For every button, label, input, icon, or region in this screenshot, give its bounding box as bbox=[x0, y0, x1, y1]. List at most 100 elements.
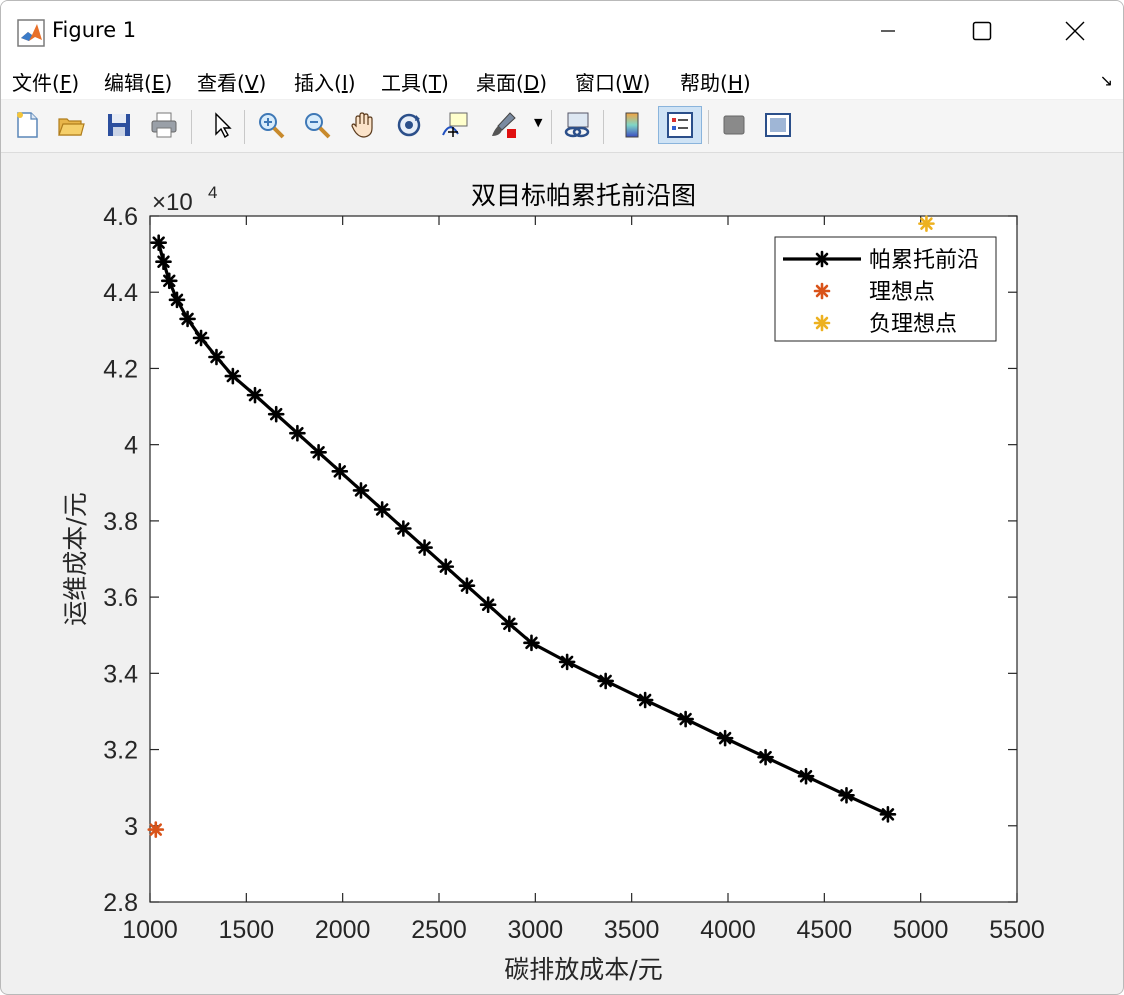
x-tick-label: 5000 bbox=[893, 916, 949, 944]
menu-tools[interactable]: 工具(T) bbox=[381, 67, 449, 96]
rotate-3d-button[interactable] bbox=[391, 107, 427, 143]
minimize-icon bbox=[881, 30, 895, 32]
pareto-point[interactable] bbox=[208, 348, 225, 366]
legend-marker-front[interactable] bbox=[813, 250, 831, 268]
open-file-button[interactable] bbox=[53, 107, 89, 143]
save-button[interactable] bbox=[101, 107, 137, 143]
pareto-point[interactable] bbox=[716, 729, 734, 747]
menu-view[interactable]: 查看(V) bbox=[197, 67, 266, 96]
y-tick-label: 3 bbox=[124, 813, 138, 841]
figure-canvas: 1000 1500 2000 2500 3000 3500 4000 4500 5000 5500… bbox=[2, 153, 1122, 993]
brush-button[interactable] bbox=[485, 107, 521, 143]
pareto-point[interactable] bbox=[757, 748, 774, 766]
pareto-point[interactable] bbox=[160, 272, 178, 290]
show-tools-icon bbox=[765, 113, 791, 137]
nadir-point[interactable] bbox=[918, 215, 935, 232]
y-tick-label: 4.2 bbox=[103, 355, 138, 383]
dock-arrow-icon[interactable]: ↘ bbox=[1100, 71, 1113, 90]
pareto-point[interactable] bbox=[677, 710, 694, 728]
zoom-in-icon bbox=[259, 113, 285, 139]
toolbar-separator bbox=[603, 110, 604, 144]
pareto-point[interactable] bbox=[168, 291, 186, 309]
menu-insert[interactable]: 插入(I) bbox=[294, 67, 356, 96]
x-tick-label: 1000 bbox=[122, 916, 178, 944]
y-exponent-label: ×10 bbox=[152, 189, 193, 216]
pareto-point[interactable] bbox=[558, 653, 576, 671]
y-tick-label: 3.4 bbox=[103, 660, 138, 688]
printer-icon bbox=[151, 112, 177, 138]
menu-desktop[interactable]: 桌面(D) bbox=[476, 67, 547, 96]
pareto-point[interactable] bbox=[373, 501, 391, 518]
pareto-point[interactable] bbox=[331, 463, 349, 480]
pareto-point[interactable] bbox=[246, 386, 264, 404]
toolbar-separator bbox=[191, 110, 192, 144]
brush-icon bbox=[492, 112, 516, 138]
pareto-chart[interactable]: 1000 1500 2000 2500 3000 3500 4000 4500 5000 5500… bbox=[2, 153, 1122, 993]
pareto-point[interactable] bbox=[838, 786, 855, 804]
legend-label-front: 帕累托前沿 bbox=[869, 248, 979, 273]
window-title: Figure 1 bbox=[52, 18, 137, 42]
pareto-point[interactable] bbox=[352, 482, 370, 499]
zoom-out-icon bbox=[305, 113, 331, 139]
colorbar-button[interactable] bbox=[614, 107, 650, 143]
pareto-point[interactable] bbox=[192, 329, 210, 347]
pareto-point[interactable] bbox=[179, 310, 196, 328]
pareto-point[interactable] bbox=[395, 520, 412, 537]
edit-plot-button[interactable] bbox=[203, 107, 239, 143]
y-tick-label: 3.2 bbox=[103, 737, 138, 765]
new-file-icon bbox=[17, 112, 38, 138]
menu-file[interactable]: 文件(F) bbox=[12, 67, 79, 96]
brush-dropdown-icon[interactable]: ▼ bbox=[534, 116, 542, 129]
pareto-point[interactable] bbox=[797, 767, 815, 785]
pareto-point[interactable] bbox=[310, 443, 327, 461]
x-tick-label: 3000 bbox=[508, 916, 564, 944]
x-tick-label: 2500 bbox=[411, 916, 467, 944]
hide-plot-tools-button[interactable] bbox=[716, 107, 752, 143]
zoom-out-button[interactable] bbox=[299, 107, 335, 143]
menu-help[interactable]: 帮助(H) bbox=[680, 67, 751, 96]
title-bar: Figure 1 bbox=[1, 1, 1123, 61]
pareto-point[interactable] bbox=[458, 577, 476, 594]
link-plot-button[interactable] bbox=[559, 107, 595, 143]
hide-tools-icon bbox=[723, 115, 745, 135]
pan-button[interactable] bbox=[345, 107, 381, 143]
print-button[interactable] bbox=[146, 107, 182, 143]
x-tick-label: 3500 bbox=[604, 916, 660, 944]
pareto-point[interactable] bbox=[879, 806, 897, 823]
pareto-point[interactable] bbox=[267, 405, 285, 423]
pareto-point[interactable] bbox=[150, 234, 167, 251]
maximize-button[interactable] bbox=[959, 9, 1005, 53]
x-tick-label: 2000 bbox=[315, 916, 371, 944]
menu-bar: 文件(F) 编辑(E) 查看(V) 插入(I) 工具(T) 桌面(D) 窗口(W… bbox=[1, 61, 1123, 99]
close-icon bbox=[1065, 21, 1085, 41]
data-cursor-button[interactable] bbox=[437, 107, 473, 143]
legend-label-nadir: 负理想点 bbox=[869, 312, 957, 337]
toolbar-separator bbox=[708, 110, 709, 144]
menu-window[interactable]: 窗口(W) bbox=[575, 67, 650, 96]
y-tick-label: 4 bbox=[124, 432, 138, 460]
menu-edit[interactable]: 编辑(E) bbox=[104, 67, 172, 96]
legend-label-ideal: 理想点 bbox=[869, 280, 935, 305]
pareto-point[interactable] bbox=[437, 558, 455, 575]
pareto-point[interactable] bbox=[155, 253, 172, 271]
minimize-button[interactable] bbox=[865, 9, 911, 53]
pareto-point[interactable] bbox=[416, 539, 433, 556]
new-figure-button[interactable] bbox=[9, 107, 45, 143]
pareto-point[interactable] bbox=[636, 691, 654, 709]
pareto-point[interactable] bbox=[289, 424, 306, 442]
link-icon bbox=[564, 112, 590, 138]
legend-marker-ideal[interactable] bbox=[813, 282, 831, 300]
pareto-point[interactable] bbox=[501, 615, 518, 633]
save-icon bbox=[108, 114, 130, 136]
pareto-point[interactable] bbox=[523, 634, 540, 652]
y-tick-label: 3.6 bbox=[103, 584, 138, 612]
legend-button[interactable] bbox=[658, 106, 702, 144]
pareto-point[interactable] bbox=[224, 367, 242, 385]
pareto-point[interactable] bbox=[597, 672, 614, 690]
legend-marker-nadir[interactable] bbox=[813, 314, 831, 332]
pareto-point[interactable] bbox=[479, 596, 497, 614]
ideal-point[interactable] bbox=[147, 821, 165, 838]
zoom-in-button[interactable] bbox=[253, 107, 289, 143]
show-plot-tools-button[interactable] bbox=[760, 107, 796, 143]
close-button[interactable] bbox=[1052, 9, 1098, 53]
